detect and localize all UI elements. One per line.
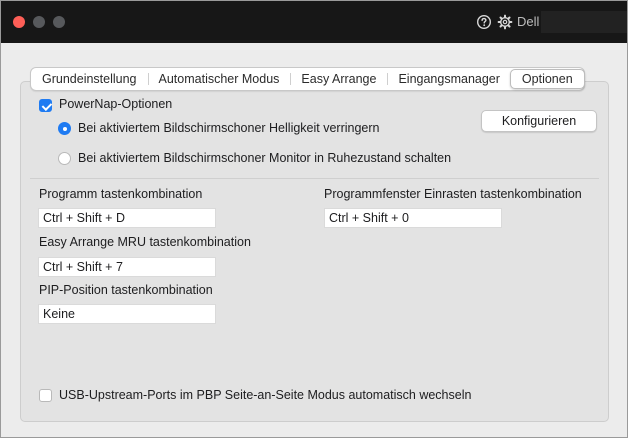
window-snap-shortcut-field[interactable]: Ctrl + Shift + 0 bbox=[324, 208, 502, 228]
program-shortcut-field[interactable]: Ctrl + Shift + D bbox=[38, 208, 216, 228]
easy-arrange-mru-shortcut-label: Easy Arrange MRU tastenkombination bbox=[39, 235, 251, 249]
title-bar: Dell bbox=[1, 1, 627, 43]
usb-upstream-checkbox[interactable] bbox=[39, 389, 52, 402]
tab-eingangsmanager[interactable]: Eingangsmanager bbox=[387, 69, 510, 89]
app-window: Dell Grundeinstellung Automatischer Modu… bbox=[0, 0, 628, 438]
brand-label: Dell bbox=[517, 14, 540, 29]
powernap-label: PowerNap-Optionen bbox=[59, 97, 173, 111]
window-snap-shortcut-label: Programmfenster Einrasten tastenkombinat… bbox=[324, 187, 582, 201]
redacted-area bbox=[541, 11, 627, 33]
pip-position-shortcut-label: PIP-Position tastenkombination bbox=[39, 283, 213, 297]
radio-sleep-monitor-label: Bei aktiviertem Bildschirmschoner Monito… bbox=[78, 151, 452, 165]
close-window-button[interactable] bbox=[13, 16, 25, 28]
pip-position-shortcut-field[interactable]: Keine bbox=[38, 304, 216, 324]
radio-dim-brightness-label: Bei aktiviertem Bildschirmschoner Hellig… bbox=[78, 121, 380, 135]
powernap-checkbox[interactable] bbox=[39, 99, 52, 112]
tab-automatischer-modus[interactable]: Automatischer Modus bbox=[147, 69, 291, 89]
tab-grundeinstellung[interactable]: Grundeinstellung bbox=[31, 69, 148, 89]
radio-sleep-monitor[interactable] bbox=[58, 152, 71, 165]
tab-optionen[interactable]: Optionen bbox=[509, 69, 585, 89]
radio-dim-brightness[interactable] bbox=[58, 122, 71, 135]
configure-button[interactable]: Konfigurieren bbox=[481, 110, 597, 132]
usb-upstream-label: USB-Upstream-Ports im PBP Seite-an-Seite… bbox=[59, 388, 472, 402]
section-divider bbox=[30, 178, 599, 179]
program-shortcut-label: Programm tastenkombination bbox=[39, 187, 203, 201]
tab-bar: Grundeinstellung Automatischer Modus Eas… bbox=[30, 67, 585, 91]
minimize-window-button[interactable] bbox=[33, 16, 45, 28]
easy-arrange-mru-shortcut-field[interactable]: Ctrl + Shift + 7 bbox=[38, 257, 216, 277]
help-icon[interactable] bbox=[476, 14, 492, 30]
gear-icon[interactable] bbox=[497, 14, 513, 30]
tab-easy-arrange[interactable]: Easy Arrange bbox=[290, 69, 387, 89]
zoom-window-button[interactable] bbox=[53, 16, 65, 28]
